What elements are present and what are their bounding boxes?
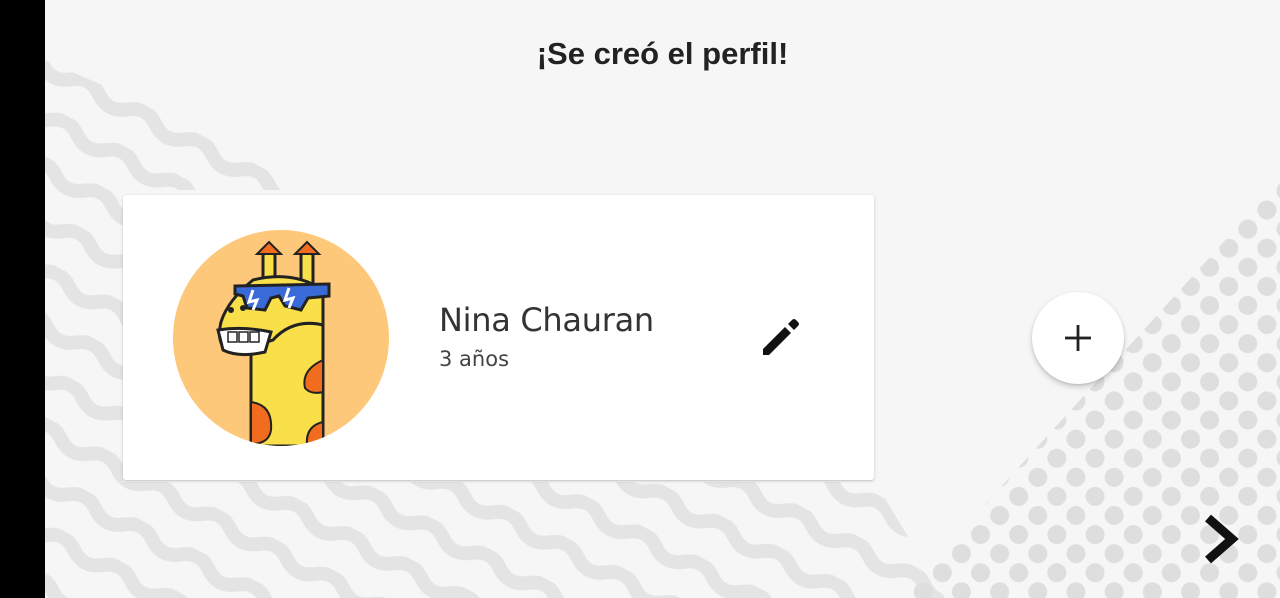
- chevron-right-icon: [1205, 514, 1239, 564]
- pencil-icon: [763, 319, 799, 355]
- profile-age: 3 años: [439, 347, 510, 371]
- left-system-bar: [0, 0, 45, 598]
- avatar: [173, 230, 389, 446]
- plus-icon: [1065, 325, 1091, 351]
- page-title: ¡Se creó el perfil!: [536, 36, 789, 71]
- profile-card[interactable]: Nina Chauran 3 años: [123, 195, 874, 480]
- giraffe-avatar-icon: [216, 240, 331, 446]
- profile-created-screen: ¡Se creó el perfil! Nina Chauran 3 años: [45, 0, 1280, 598]
- next-button[interactable]: [1195, 510, 1245, 568]
- add-profile-button[interactable]: [1032, 292, 1124, 384]
- edit-profile-button[interactable]: [751, 307, 811, 367]
- profile-name: Nina Chauran: [439, 301, 654, 339]
